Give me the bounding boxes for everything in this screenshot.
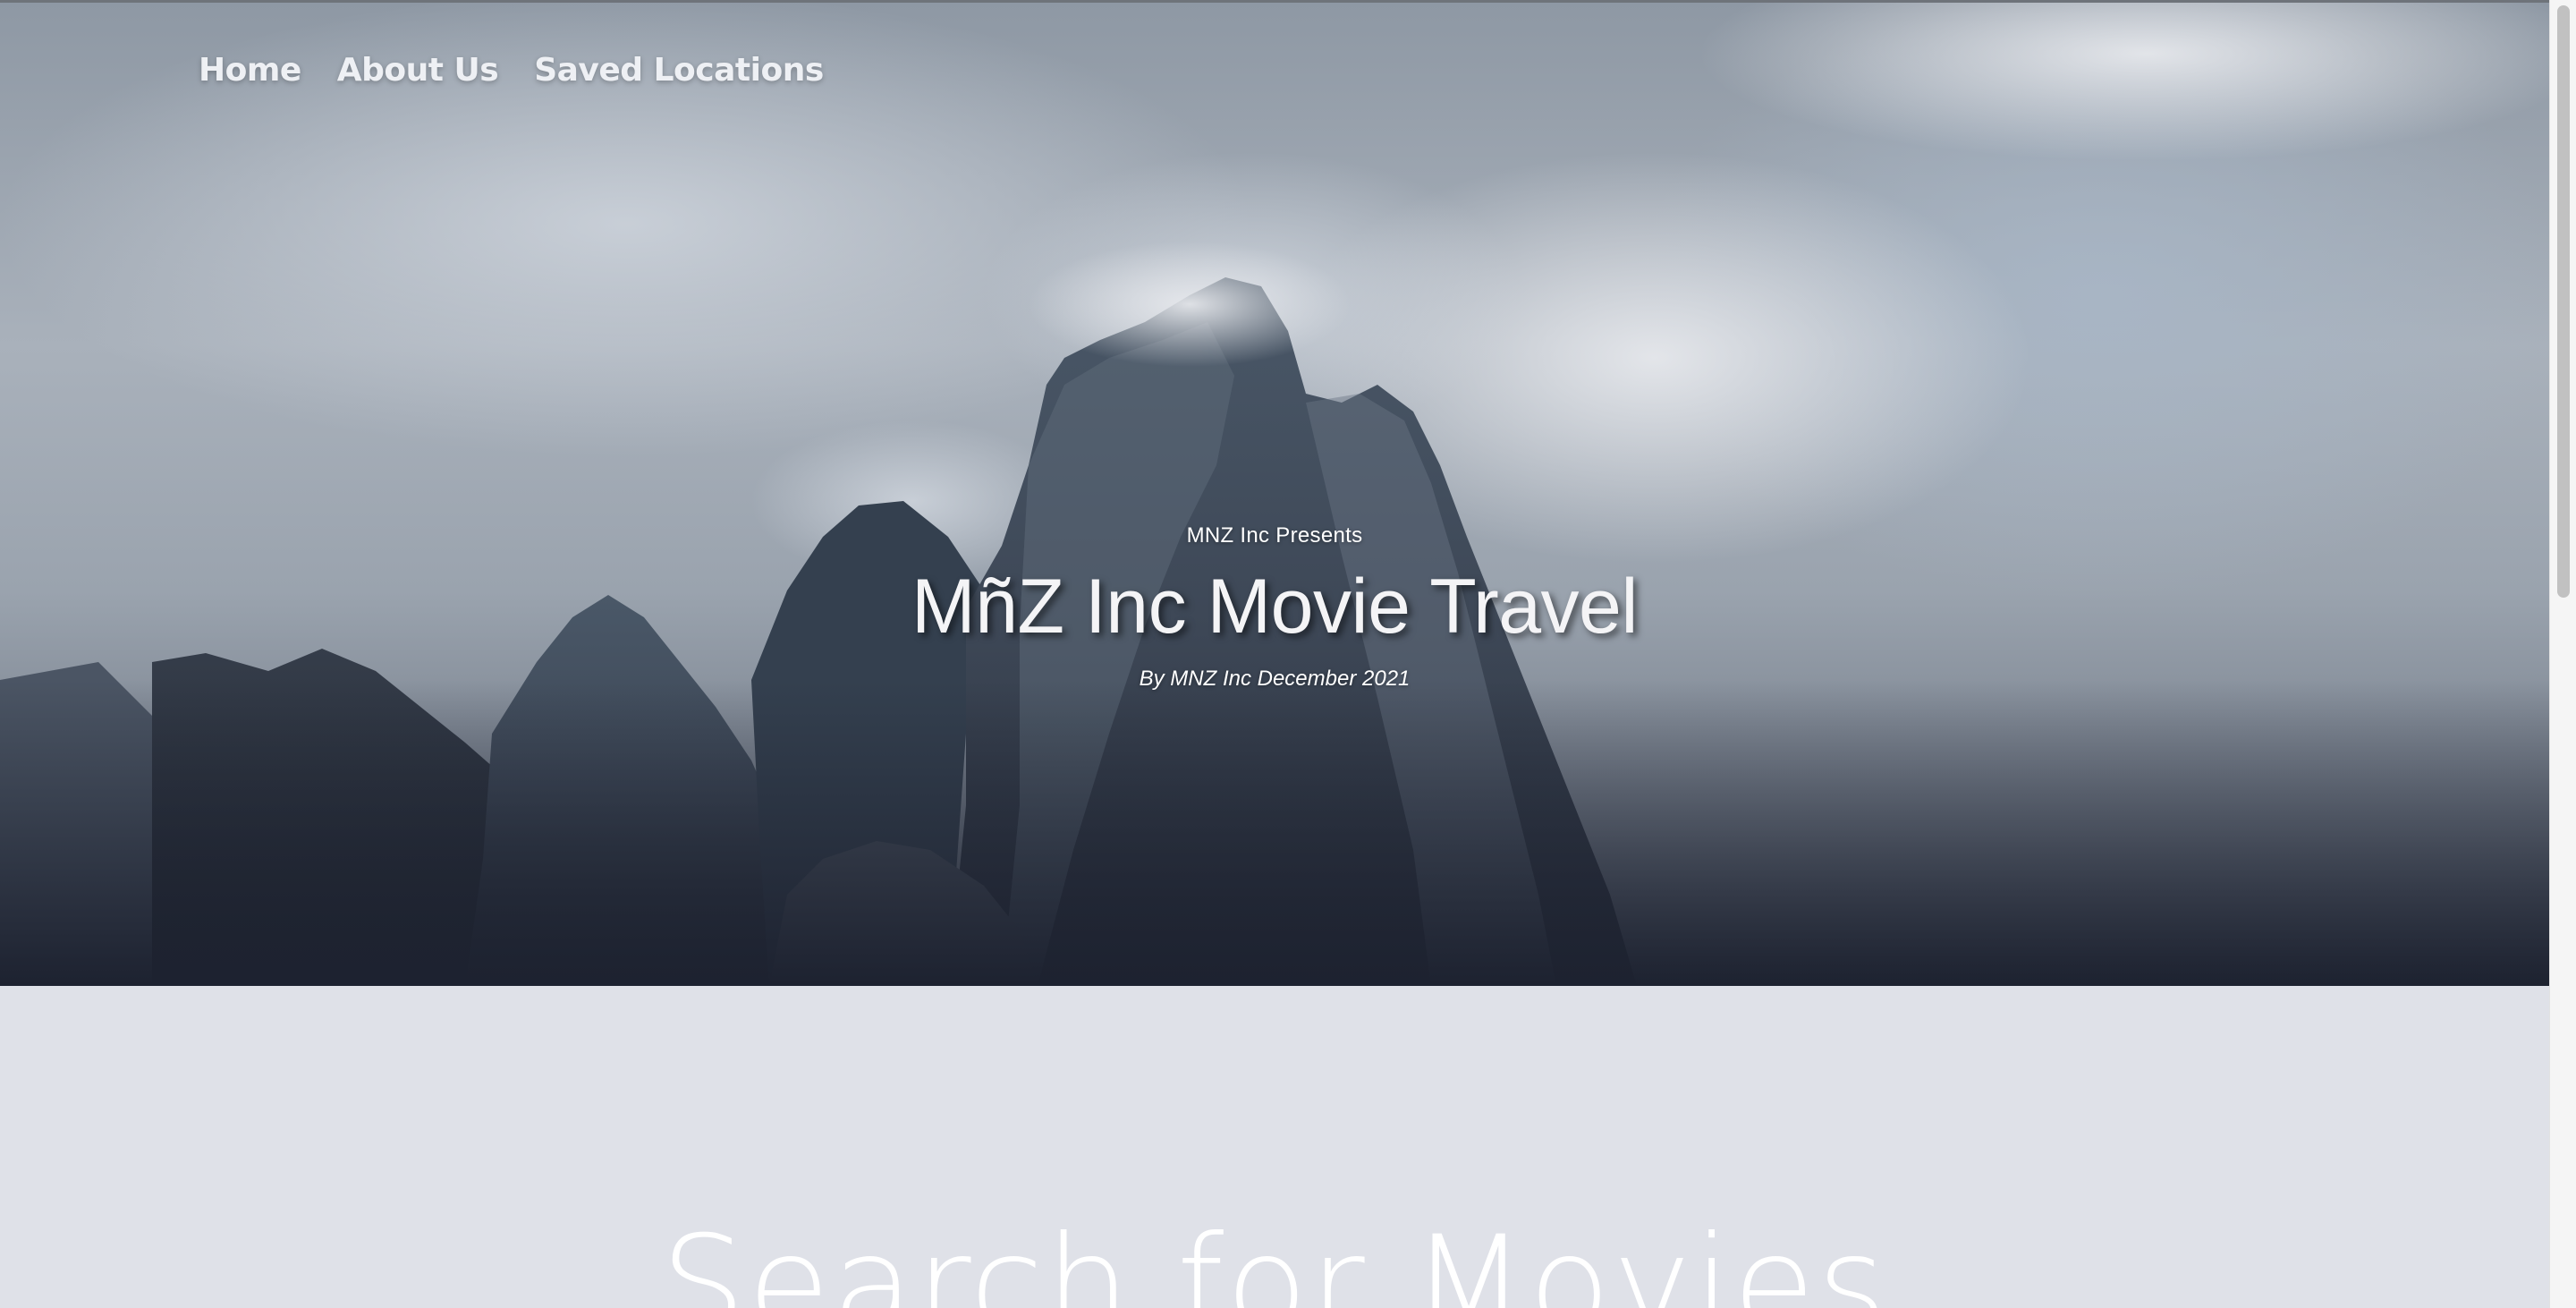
nav-about-link[interactable]: About Us [337, 52, 499, 89]
nav-home-link[interactable]: Home [199, 52, 301, 89]
top-border [0, 0, 2549, 3]
hero-title: MñZ Inc Movie Travel [911, 564, 1639, 650]
main-nav: Home About Us Saved Locations [199, 52, 824, 89]
search-heading: Search for Movies [660, 1208, 1889, 1308]
page-scrollbar[interactable] [2549, 0, 2576, 1308]
nav-saved-locations-link[interactable]: Saved Locations [534, 52, 824, 89]
hero-text-block: MNZ Inc Presents MñZ Inc Movie Travel By… [0, 523, 2549, 692]
scrollbar-thumb[interactable] [2557, 5, 2570, 598]
hero-byline: By MNZ Inc December 2021 [1139, 667, 1411, 691]
hero-background-image [0, 0, 2549, 986]
hero-section: Home About Us Saved Locations MNZ Inc Pr… [0, 0, 2549, 986]
search-section: Search for Movies [0, 986, 2549, 1308]
page: Home About Us Saved Locations MNZ Inc Pr… [0, 0, 2576, 1308]
hero-presents: MNZ Inc Presents [1186, 523, 1363, 548]
